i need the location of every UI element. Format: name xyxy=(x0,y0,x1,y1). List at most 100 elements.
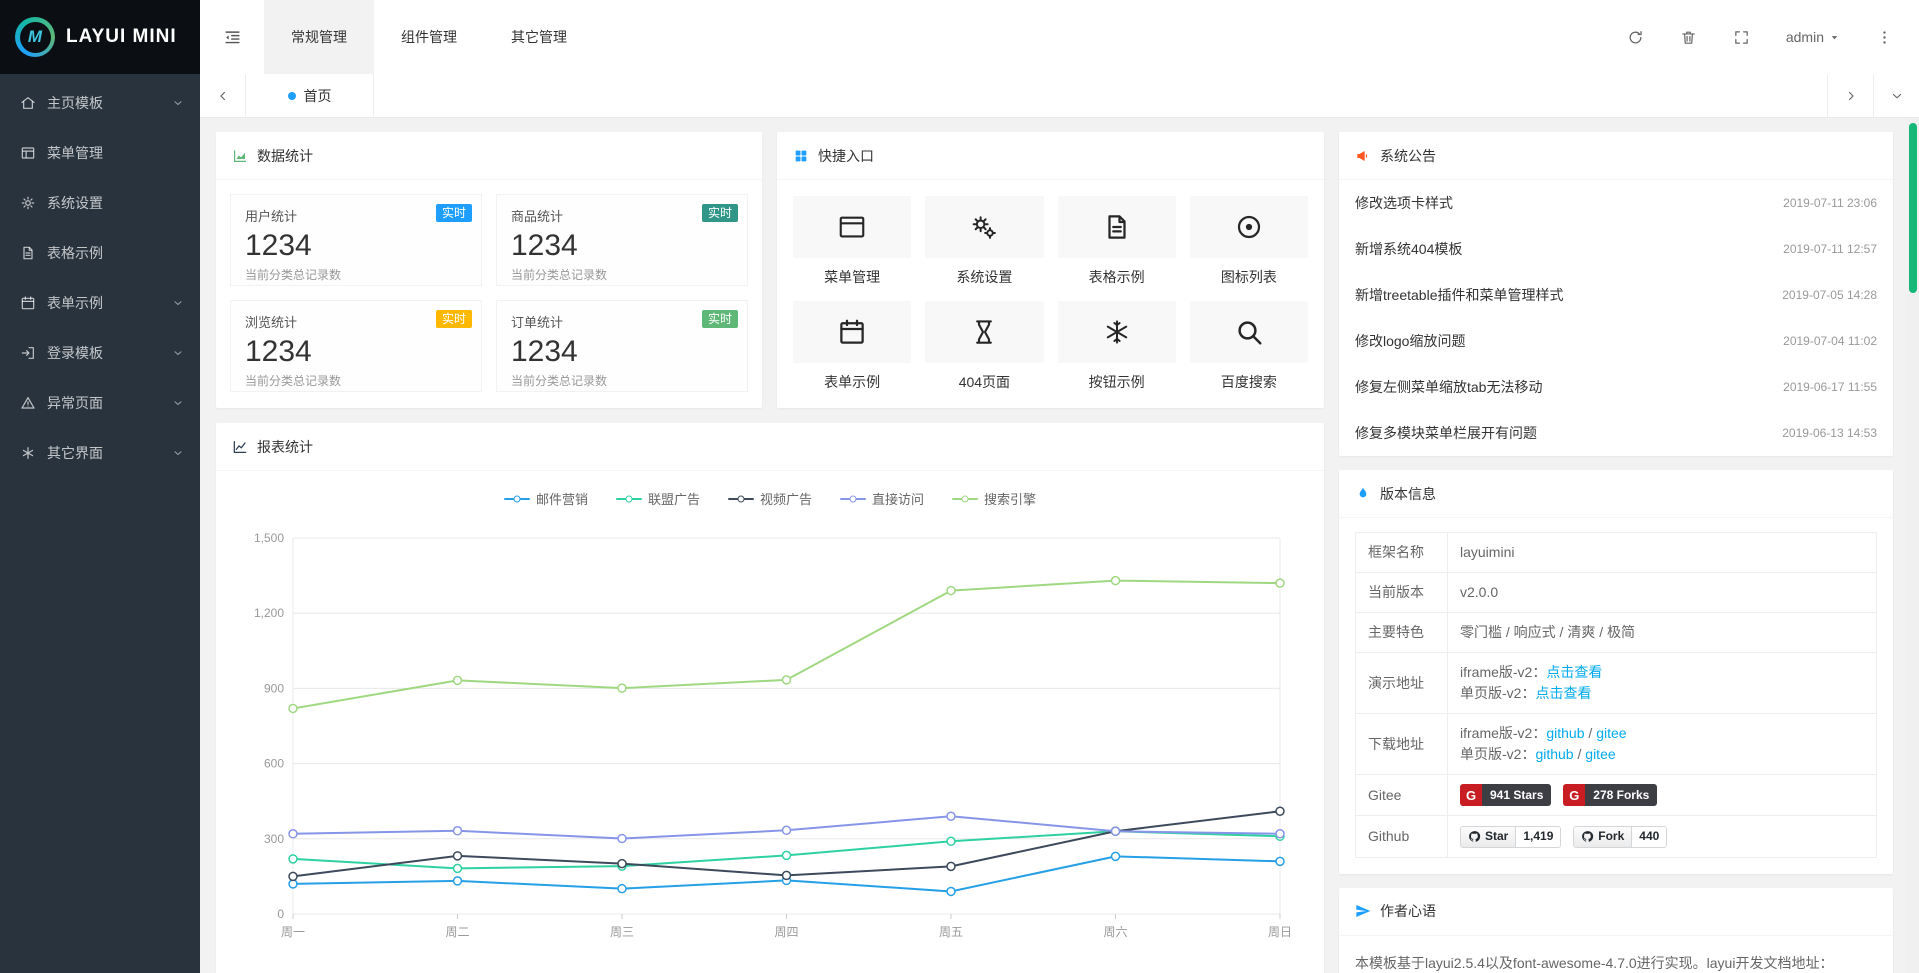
github-badges: Star 1,419 Fork 440 xyxy=(1448,816,1877,857)
announcement-link[interactable]: 修复多模块菜单栏展开有问题 xyxy=(1355,423,1537,443)
sidebar-item-label: 表格示例 xyxy=(47,243,184,263)
header-tab-components[interactable]: 组件管理 xyxy=(374,0,484,74)
quick-entry-table-demo[interactable]: 表格示例 xyxy=(1058,196,1176,287)
sidebar-item-other-pages[interactable]: 其它界面 xyxy=(0,428,200,478)
fullscreen-button[interactable] xyxy=(1733,29,1750,46)
announcement-link[interactable]: 修改选项卡样式 xyxy=(1355,193,1453,213)
chevron-down-icon xyxy=(1890,89,1904,103)
quick-entry-label: 图标列表 xyxy=(1190,267,1308,287)
quick-entry-baidu-search[interactable]: 百度搜索 xyxy=(1190,301,1308,392)
more-menu-button[interactable] xyxy=(1876,29,1893,46)
expand-icon xyxy=(1733,29,1750,46)
logo-letter: M xyxy=(20,22,51,53)
sidebar-item-home-templates[interactable]: 主页模板 xyxy=(0,78,200,128)
quick-entry-system-settings[interactable]: 系统设置 xyxy=(925,196,1043,287)
tab-scroll-right-button[interactable] xyxy=(1827,74,1873,117)
line-chart-icon xyxy=(232,439,248,455)
legend-marker xyxy=(952,494,978,504)
header-tab-general[interactable]: 常规管理 xyxy=(264,0,374,74)
stat-value: 1234 xyxy=(245,229,467,263)
header-tab-label: 常规管理 xyxy=(291,27,347,47)
download-address-label: 下载地址 xyxy=(1356,714,1448,775)
legend-item-search-engine[interactable]: 搜索引擎 xyxy=(952,489,1036,508)
quick-entry-menu-management[interactable]: 菜单管理 xyxy=(793,196,911,287)
legend-item-email[interactable]: 邮件营销 xyxy=(504,489,588,508)
download-address-value: iframe版-v2：github / gitee 单页版-v2：github … xyxy=(1448,714,1877,775)
announcement-date: 2019-07-04 11:02 xyxy=(1783,334,1877,348)
header-tab-label: 其它管理 xyxy=(511,27,567,47)
table-row: Github Star 1,419 Fork 440 xyxy=(1356,816,1877,857)
user-menu[interactable]: admin xyxy=(1786,29,1840,45)
gitee-label: Gitee xyxy=(1356,775,1448,816)
sidebar: M LAYUI MINI 主页模板 菜单管理 系统设置 表格示例 xyxy=(0,0,200,973)
scrollbar[interactable] xyxy=(1907,118,1919,973)
sidebar-item-error-pages[interactable]: 异常页面 xyxy=(0,378,200,428)
stat-box-products[interactable]: 商品统计 1234 当前分类总记录数 实时 xyxy=(496,194,748,286)
download-gitee-link[interactable]: gitee xyxy=(1596,725,1626,741)
demo-iframe-link[interactable]: 点击查看 xyxy=(1546,664,1602,680)
sidebar-item-label: 登录模板 xyxy=(47,343,172,363)
app-window: M LAYUI MINI 主页模板 菜单管理 系统设置 表格示例 xyxy=(0,0,1919,973)
svg-text:周一: 周一 xyxy=(280,925,304,939)
collapse-sidebar-button[interactable] xyxy=(200,0,264,74)
sidebar-item-login-templates[interactable]: 登录模板 xyxy=(0,328,200,378)
sidebar-item-system-settings[interactable]: 系统设置 xyxy=(0,178,200,228)
stat-box-views[interactable]: 浏览统计 1234 当前分类总记录数 实时 xyxy=(230,300,482,392)
quick-entry-icon-list[interactable]: 图标列表 xyxy=(1190,196,1308,287)
download-github-link[interactable]: github xyxy=(1546,725,1584,741)
legend-item-video[interactable]: 视频广告 xyxy=(728,489,812,508)
quick-entry-404-page[interactable]: 404页面 xyxy=(925,301,1043,392)
chevron-down-icon xyxy=(172,397,184,409)
announcements-card-title: 系统公告 xyxy=(1380,146,1436,166)
svg-text:900: 900 xyxy=(263,681,283,695)
announcements-card: 系统公告 修改选项卡样式 2019-07-11 23:06 新增系统404模板 … xyxy=(1339,132,1893,456)
announcement-row: 新增treetable插件和菜单管理样式 2019-07-05 14:28 xyxy=(1339,272,1893,318)
top-header: 常规管理 组件管理 其它管理 admin xyxy=(200,0,1919,74)
download-github-link[interactable]: github xyxy=(1535,746,1573,762)
tab-options-button[interactable] xyxy=(1873,74,1919,117)
header-tab-other[interactable]: 其它管理 xyxy=(484,0,594,74)
calendar-icon xyxy=(793,301,911,363)
demo-spa-link[interactable]: 点击查看 xyxy=(1535,685,1591,701)
legend-item-affiliate[interactable]: 联盟广告 xyxy=(616,489,700,508)
warning-icon xyxy=(20,395,36,411)
file-icon xyxy=(20,245,36,261)
announcement-link[interactable]: 新增treetable插件和菜单管理样式 xyxy=(1355,285,1563,305)
status-badge: 实时 xyxy=(436,204,472,222)
header-actions: admin xyxy=(1627,0,1919,74)
download-gitee-link[interactable]: gitee xyxy=(1585,746,1615,762)
login-icon xyxy=(20,345,36,361)
github-fork-badge[interactable]: Fork 440 xyxy=(1573,826,1667,848)
chevron-down-icon xyxy=(172,347,184,359)
tab-scroll-left-button[interactable] xyxy=(200,74,246,117)
svg-text:300: 300 xyxy=(263,832,283,846)
stat-box-users[interactable]: 用户统计 1234 当前分类总记录数 实时 xyxy=(230,194,482,286)
gitee-stars-badge[interactable]: G941 Stars xyxy=(1460,784,1551,806)
stat-box-orders[interactable]: 订单统计 1234 当前分类总记录数 实时 xyxy=(496,300,748,392)
sidebar-item-table-demo[interactable]: 表格示例 xyxy=(0,228,200,278)
announcement-link[interactable]: 修复左侧菜单缩放tab无法移动 xyxy=(1355,377,1542,397)
sidebar-item-menu-management[interactable]: 菜单管理 xyxy=(0,128,200,178)
announcement-link[interactable]: 修改logo缩放问题 xyxy=(1355,331,1465,351)
clear-cache-button[interactable] xyxy=(1680,29,1697,46)
legend-item-direct[interactable]: 直接访问 xyxy=(840,489,924,508)
refresh-button[interactable] xyxy=(1627,29,1644,46)
quick-entry-card: 快捷入口 菜单管理 系统设置 xyxy=(777,132,1324,408)
gitee-forks-badge[interactable]: G278 Forks xyxy=(1563,784,1657,806)
quick-entry-button-demo[interactable]: 按钮示例 xyxy=(1058,301,1176,392)
announcement-link[interactable]: 新增系统404模板 xyxy=(1355,239,1462,259)
snowflake-icon xyxy=(1058,301,1176,363)
app-logo[interactable]: M LAYUI MINI xyxy=(0,0,200,74)
report-card: 报表统计 邮件营销 联盟广告 视频广告 xyxy=(216,423,1324,973)
sidebar-item-label: 异常页面 xyxy=(47,393,172,413)
svg-text:600: 600 xyxy=(263,757,283,771)
gitee-icon: G xyxy=(1563,784,1585,806)
sidebar-item-form-demo[interactable]: 表单示例 xyxy=(0,278,200,328)
version-info-card-header: 版本信息 xyxy=(1339,470,1893,518)
chevron-down-icon xyxy=(172,97,184,109)
quick-entry-form-demo[interactable]: 表单示例 xyxy=(793,301,911,392)
github-star-badge[interactable]: Star 1,419 xyxy=(1460,826,1561,848)
scrollbar-thumb[interactable] xyxy=(1909,123,1917,293)
megaphone-icon xyxy=(1355,148,1371,164)
tab-home[interactable]: 首页 xyxy=(246,74,374,117)
